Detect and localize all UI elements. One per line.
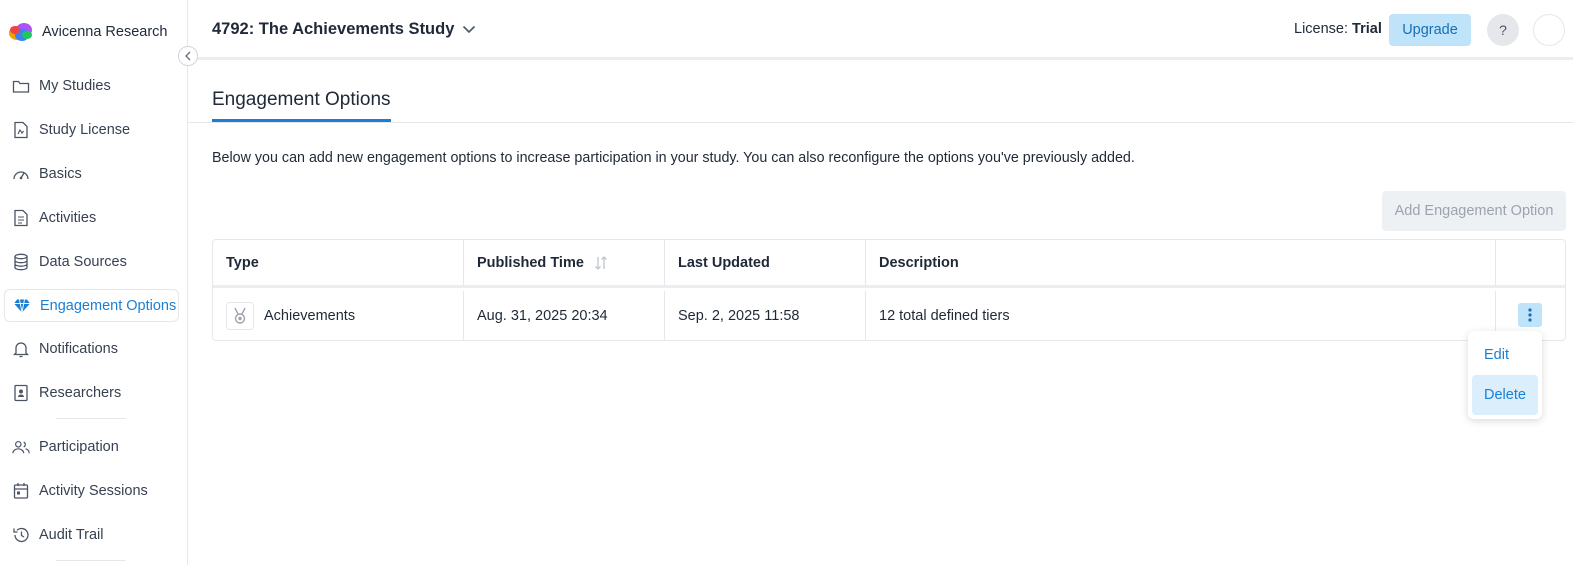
avatar[interactable] bbox=[1533, 14, 1565, 46]
intro-text: Below you can add new engagement options… bbox=[212, 150, 1135, 166]
sidebar-item-label: My Studies bbox=[39, 78, 111, 94]
sidebar-item-audit-trail[interactable]: Audit Trail bbox=[4, 519, 179, 551]
column-label: Type bbox=[226, 254, 259, 271]
cell-last-updated: Sep. 2, 2025 11:58 bbox=[665, 291, 866, 340]
column-header-description: Description bbox=[866, 240, 1496, 285]
database-icon bbox=[12, 253, 30, 271]
kebab-menu-icon bbox=[1528, 308, 1532, 322]
column-header-actions bbox=[1496, 240, 1566, 285]
description: 12 total defined tiers bbox=[879, 307, 1010, 324]
brand-name: Avicenna Research bbox=[42, 24, 168, 40]
license-value: Trial bbox=[1352, 21, 1382, 37]
sidebar-collapse-button[interactable] bbox=[178, 46, 198, 66]
study-title: 4792: The Achievements Study bbox=[212, 20, 455, 38]
column-label: Description bbox=[879, 254, 959, 271]
license-status: License: Trial bbox=[1294, 21, 1382, 37]
sidebar-item-activity-sessions[interactable]: Activity Sessions bbox=[4, 475, 179, 507]
sidebar-item-label: Basics bbox=[39, 166, 82, 182]
diamond-icon bbox=[13, 297, 31, 315]
calendar-icon bbox=[12, 482, 30, 500]
sidebar-item-participation[interactable]: Participation bbox=[4, 431, 179, 463]
cell-description: 12 total defined tiers bbox=[866, 291, 1496, 340]
help-button[interactable]: ? bbox=[1487, 14, 1519, 46]
folder-icon bbox=[12, 77, 30, 95]
sidebar-item-label: Audit Trail bbox=[39, 527, 104, 543]
row-actions-menu: Edit Delete bbox=[1468, 331, 1542, 419]
engagement-options-table: Type Published Time Last Updated Descrip… bbox=[212, 239, 1566, 341]
sort-icon[interactable] bbox=[594, 255, 608, 271]
sidebar-item-label: Researchers bbox=[39, 385, 122, 401]
sidebar-item-study-license[interactable]: Study License bbox=[4, 114, 179, 146]
license-icon bbox=[12, 121, 30, 139]
sidebar-item-label: Engagement Options bbox=[40, 297, 177, 314]
users-icon bbox=[12, 438, 30, 456]
license-label: License: bbox=[1294, 21, 1349, 37]
published-time: Aug. 31, 2025 20:34 bbox=[477, 307, 608, 324]
sidebar-item-label: Data Sources bbox=[39, 254, 127, 270]
cell-published-time: Aug. 31, 2025 20:34 bbox=[464, 291, 665, 340]
last-updated: Sep. 2, 2025 11:58 bbox=[678, 307, 800, 324]
sidebar-item-basics[interactable]: Basics bbox=[4, 158, 179, 190]
column-header-published-time[interactable]: Published Time bbox=[464, 240, 665, 285]
sidebar: Avicenna Research My Studies Study Licen… bbox=[0, 0, 188, 565]
sidebar-item-label: Activity Sessions bbox=[39, 483, 148, 499]
sidebar-item-data-sources[interactable]: Data Sources bbox=[4, 246, 179, 278]
brain-logo-icon bbox=[9, 23, 32, 41]
menu-item-edit[interactable]: Edit bbox=[1472, 335, 1538, 375]
chevron-left-icon bbox=[185, 51, 191, 61]
medal-icon bbox=[226, 301, 254, 330]
sidebar-item-activities[interactable]: Activities bbox=[4, 202, 179, 234]
bell-icon bbox=[12, 340, 30, 358]
menu-item-delete[interactable]: Delete bbox=[1472, 375, 1538, 415]
sidebar-item-notifications[interactable]: Notifications bbox=[4, 333, 179, 365]
document-icon bbox=[12, 209, 30, 227]
row-actions-button[interactable] bbox=[1518, 303, 1542, 327]
sidebar-divider bbox=[56, 418, 126, 419]
sidebar-item-researchers[interactable]: Researchers bbox=[4, 377, 179, 409]
sidebar-item-my-studies[interactable]: My Studies bbox=[4, 70, 179, 102]
sidebar-item-label: Notifications bbox=[39, 341, 118, 357]
tab-engagement-options[interactable]: Engagement Options bbox=[212, 89, 391, 122]
sidebar-item-label: Study License bbox=[39, 122, 131, 138]
gauge-icon bbox=[12, 165, 30, 183]
study-selector[interactable]: 4792: The Achievements Study bbox=[212, 20, 476, 39]
add-engagement-option-button[interactable]: Add Engagement Option bbox=[1382, 191, 1566, 231]
badge-icon bbox=[12, 384, 30, 402]
sidebar-item-engagement-options[interactable]: Engagement Options bbox=[4, 289, 179, 322]
cell-type: Achievements bbox=[213, 291, 464, 340]
table-row: Achievements Aug. 31, 2025 20:34 Sep. 2,… bbox=[213, 291, 1565, 340]
type-label: Achievements bbox=[264, 307, 356, 324]
column-label: Last Updated bbox=[678, 254, 770, 271]
column-header-last-updated: Last Updated bbox=[665, 240, 866, 285]
tab-divider bbox=[188, 122, 1573, 123]
sidebar-item-label: Participation bbox=[39, 439, 119, 455]
sidebar-divider bbox=[56, 560, 126, 561]
sidebar-item-label: Activities bbox=[39, 210, 97, 226]
header: 4792: The Achievements Study License: Tr… bbox=[188, 0, 1573, 60]
column-label: Published Time bbox=[477, 254, 584, 271]
column-header-type: Type bbox=[213, 240, 464, 285]
table-header: Type Published Time Last Updated Descrip… bbox=[213, 240, 1565, 288]
brand[interactable]: Avicenna Research bbox=[8, 20, 167, 44]
history-icon bbox=[12, 526, 30, 544]
upgrade-button[interactable]: Upgrade bbox=[1389, 14, 1471, 46]
chevron-down-icon bbox=[463, 25, 476, 34]
